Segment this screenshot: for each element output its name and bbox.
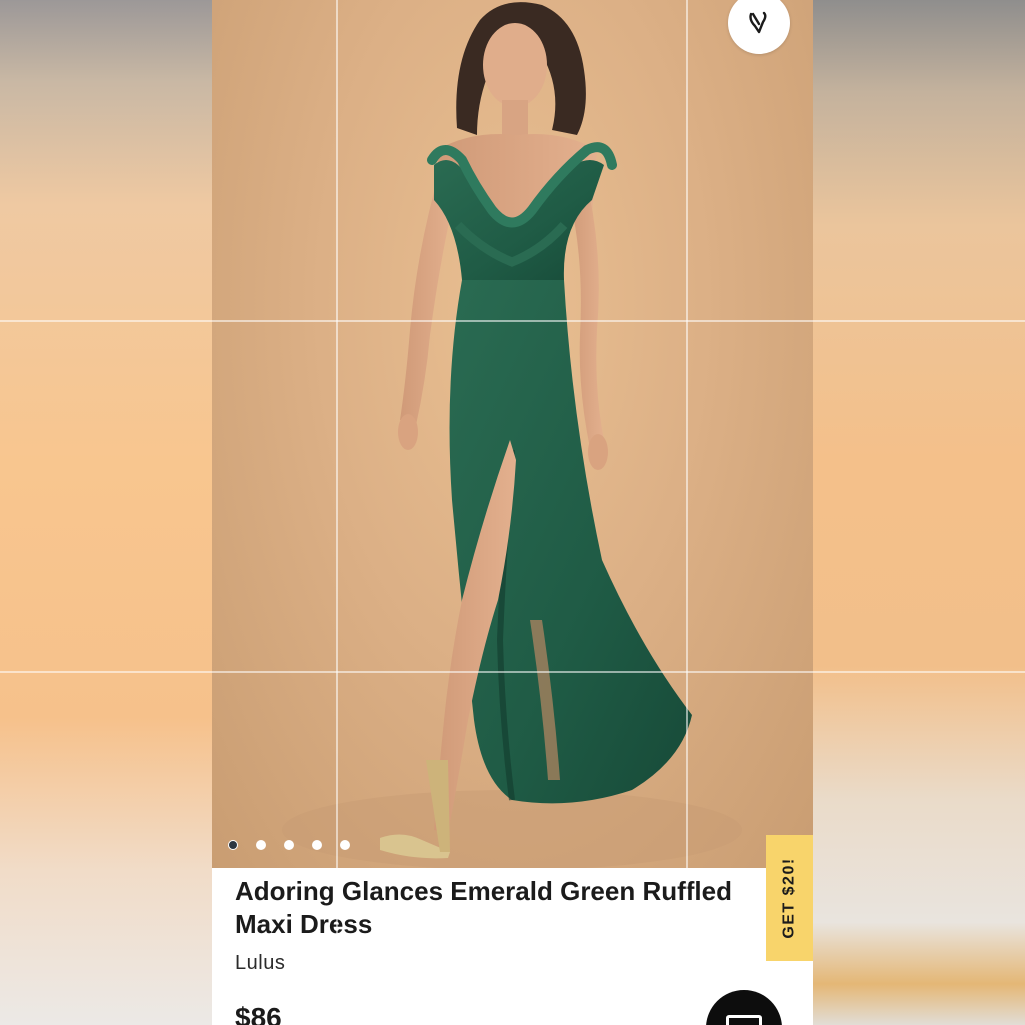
chat-icon	[726, 1015, 762, 1025]
image-pagination-dots[interactable]	[228, 840, 350, 850]
pagination-dot-5[interactable]	[340, 840, 350, 850]
chat-button[interactable]	[706, 990, 782, 1025]
blurred-background-right	[813, 0, 1025, 1025]
product-price: $86	[235, 1002, 282, 1025]
promo-label: GET $20!	[780, 857, 798, 939]
blurred-background-left	[0, 0, 212, 1025]
product-brand[interactable]: Lulus	[235, 952, 285, 975]
model-in-dress-image	[282, 2, 742, 868]
crop-grid-line-horizontal	[0, 320, 1025, 322]
pagination-dot-2[interactable]	[256, 840, 266, 850]
product-screen: Adoring Glances Emerald Green Ruffled Ma…	[212, 0, 813, 1025]
product-title: Adoring Glances Emerald Green Ruffled Ma…	[235, 876, 732, 939]
crop-grid-line-horizontal	[0, 671, 1025, 673]
pagination-dot-3[interactable]	[284, 840, 294, 850]
get-20-promo-tab[interactable]: GET $20!	[766, 835, 813, 961]
pagination-dot-4[interactable]	[312, 840, 322, 850]
crop-grid-line-vertical	[336, 0, 338, 1025]
product-image[interactable]	[212, 0, 813, 868]
pagination-dot-1[interactable]	[228, 840, 238, 850]
heart-icon	[749, 11, 767, 34]
crop-grid-line-vertical	[686, 0, 688, 1025]
